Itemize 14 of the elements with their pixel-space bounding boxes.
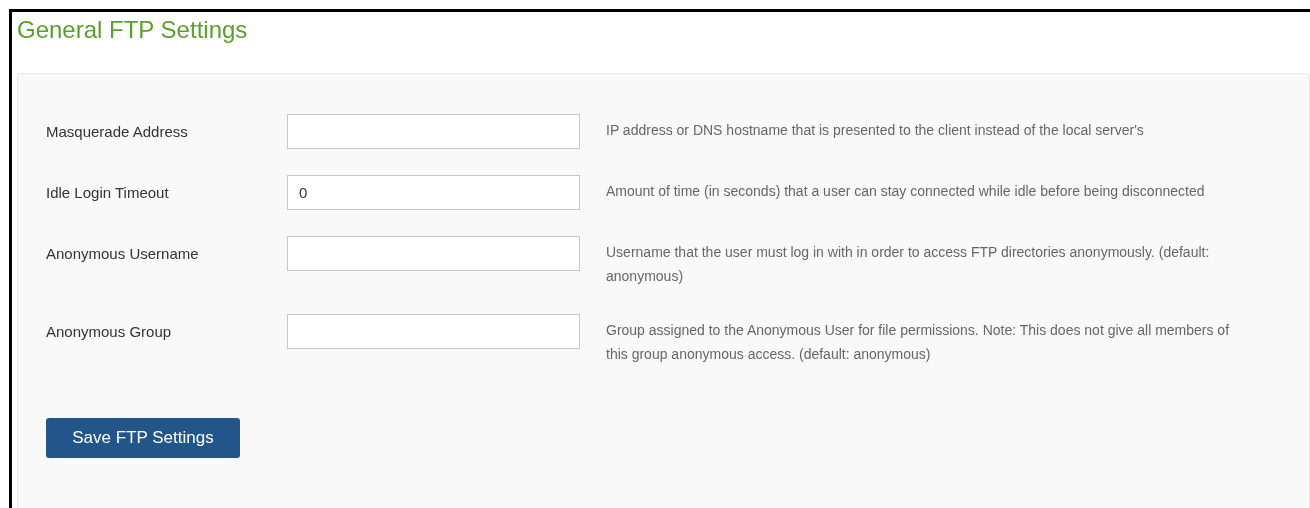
field-label: Anonymous Username	[46, 244, 200, 264]
field-help-text: IP address or DNS hostname that is presented to the client instead of the local server's	[606, 121, 1145, 140]
section-title: General FTP Settings	[17, 15, 248, 45]
field-help-text: Amount of time (in seconds) that a user can stay connected while idle before being disconnected	[606, 182, 1206, 201]
field-help-text: Group assigned to the Anonymous User for file permissions. Note: This does not give all members of this group anonymous access. (default: anonymous)	[606, 321, 1231, 364]
text-input-field[interactable]	[287, 114, 580, 149]
field-label: Anonymous Group	[46, 322, 173, 342]
text-input-field[interactable]	[287, 236, 580, 271]
field-label: Masquerade Address	[46, 122, 189, 142]
save-button[interactable]: Save FTP Settings	[46, 418, 240, 458]
field-label: Idle Login Timeout	[46, 183, 170, 203]
text-input-field[interactable]: 0	[287, 175, 580, 210]
field-help-text: Username that the user must log in with in order to access FTP directories anonymously. (default: anonymous)	[606, 243, 1211, 286]
text-input-field[interactable]	[287, 314, 580, 349]
